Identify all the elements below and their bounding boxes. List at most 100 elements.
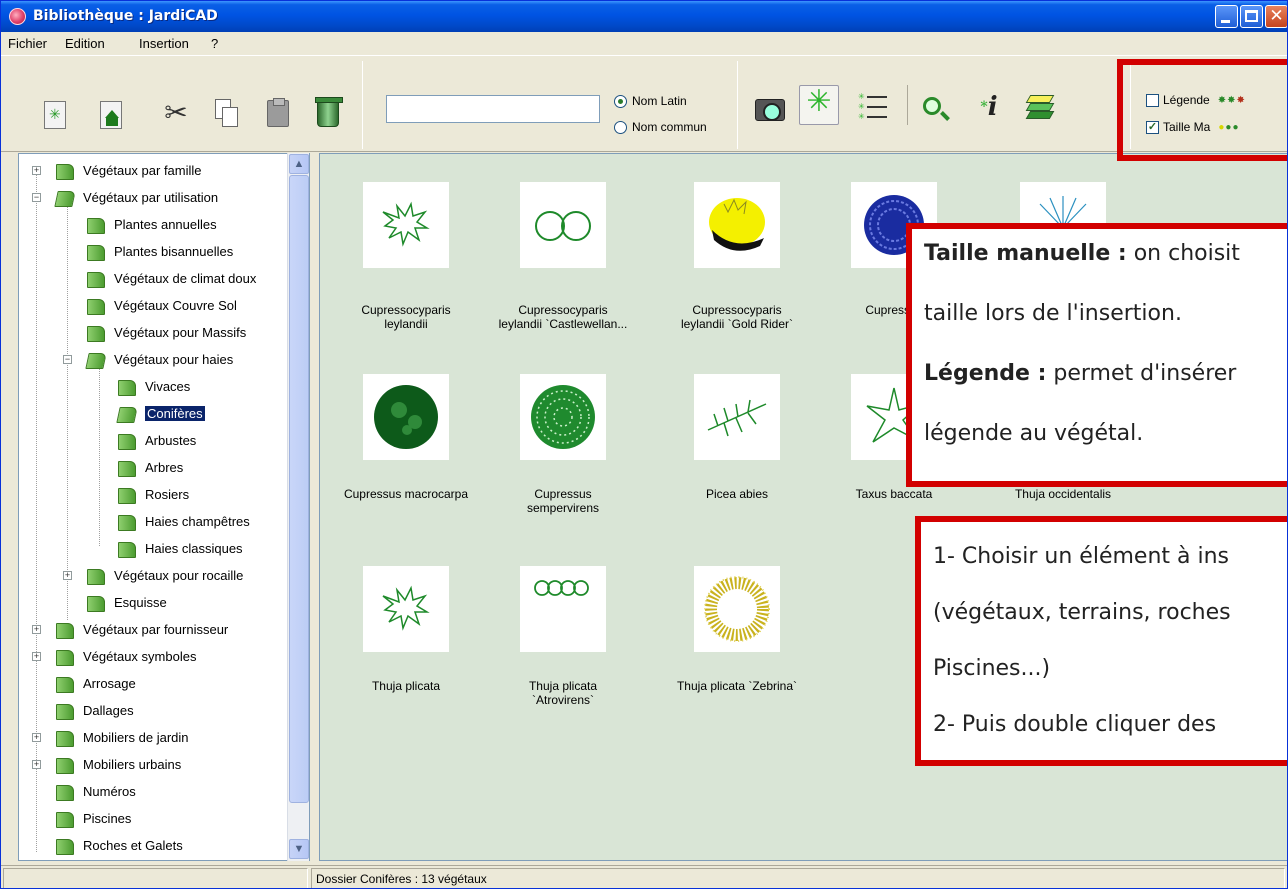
plant-thumb-2[interactable] — [694, 182, 780, 268]
menu-edition[interactable]: Edition — [65, 36, 105, 51]
list-view-button[interactable]: ✳ ✳ ✳ — [857, 91, 887, 123]
plant-label-0: Cupressocyparis leylandii — [361, 303, 451, 331]
toolbar-separator — [737, 61, 738, 149]
pane-splitter[interactable] — [310, 153, 319, 861]
menu-fichier[interactable]: Fichier — [8, 36, 47, 51]
scissors-icon: ✂ — [164, 97, 188, 128]
tree-expander[interactable]: + — [32, 760, 41, 769]
maximize-button[interactable] — [1240, 5, 1263, 28]
tree-item-label: Végétaux Couvre Sol — [114, 297, 237, 313]
symbol-view-button-pressed[interactable]: ✳ — [799, 85, 839, 125]
tree-expander[interactable]: + — [32, 166, 41, 175]
tree-item-climat-doux[interactable]: Végétaux de climat doux — [86, 268, 256, 288]
tree-item-mobiliers-jardin[interactable]: Mobiliers de jardin — [55, 727, 189, 747]
copy-button[interactable] — [211, 97, 241, 129]
radio-nom-latin[interactable]: Nom Latin — [614, 92, 687, 110]
cut-button[interactable]: ✂ — [161, 97, 191, 129]
folder-icon — [117, 540, 136, 558]
tree-item-vegetaux-famille[interactable]: Végétaux par famille — [55, 160, 202, 180]
tree-expander[interactable]: + — [63, 571, 72, 580]
scroll-up-arrow[interactable]: ▲ — [289, 154, 309, 174]
search-input[interactable] — [386, 95, 600, 123]
search-button[interactable] — [919, 93, 949, 125]
folder-icon — [55, 702, 74, 720]
delete-button[interactable] — [313, 97, 343, 129]
minimize-button[interactable] — [1215, 5, 1238, 28]
maximize-icon — [1245, 10, 1258, 22]
tree-item-massifs[interactable]: Végétaux pour Massifs — [86, 322, 246, 342]
new-folder-doc-button[interactable] — [97, 99, 127, 131]
folder-icon — [55, 729, 74, 747]
folder-icon — [117, 378, 136, 396]
tree-item-label: Végétaux pour Massifs — [114, 324, 247, 340]
plant-thumb-5[interactable] — [363, 374, 449, 460]
tree-item-arrosage[interactable]: Arrosage — [55, 673, 136, 693]
tree-item-arbres[interactable]: Arbres — [117, 457, 183, 477]
paste-button[interactable] — [263, 97, 293, 129]
plant-thumb-11[interactable] — [520, 566, 606, 652]
tree-item-coniferes[interactable]: Conifères — [117, 403, 205, 423]
tree-item-couvre-sol[interactable]: Végétaux Couvre Sol — [86, 295, 237, 315]
tree-expander[interactable]: + — [32, 652, 41, 661]
tree-item-haies-classiques[interactable]: Haies classiques — [117, 538, 243, 558]
layers-button[interactable] — [1025, 91, 1055, 123]
folder-icon — [86, 243, 105, 261]
menu-insertion[interactable]: Insertion — [139, 36, 189, 51]
new-plant-doc-icon: ✳ — [44, 101, 66, 129]
plant-thumb-6[interactable] — [520, 374, 606, 460]
info-button[interactable]: *i — [971, 91, 1007, 123]
close-icon: ✕ — [1269, 6, 1284, 26]
tree-item-mobiliers-urbains[interactable]: Mobiliers urbains — [55, 754, 181, 774]
title-bar[interactable]: Bibliothèque : JardiCAD ✕ — [1, 1, 1287, 32]
plant-thumb-7[interactable] — [694, 374, 780, 460]
tree-item-rocaille[interactable]: Végétaux pour rocaille — [86, 565, 243, 585]
plant-thumb-12[interactable] — [694, 566, 780, 652]
tree-item-dallages[interactable]: Dallages — [55, 700, 134, 720]
trash-icon — [315, 97, 343, 127]
tree-expander[interactable]: + — [32, 733, 41, 742]
tree-item-label: Végétaux de climat doux — [114, 270, 257, 286]
scroll-thumb[interactable] — [289, 175, 309, 803]
tree-guide-line — [36, 172, 37, 852]
tree-item-vivaces[interactable]: Vivaces — [117, 376, 190, 396]
green-lace-tree-icon — [531, 385, 595, 449]
folder-icon — [55, 837, 74, 855]
tree-item-plantes-bisannuelles[interactable]: Plantes bisannuelles — [86, 241, 233, 261]
tree-expander[interactable]: − — [32, 193, 41, 202]
tree-item-plantes-annuelles[interactable]: Plantes annuelles — [86, 214, 217, 234]
tree-item-roches[interactable]: Roches et Galets — [55, 835, 183, 855]
tree-item-label: Végétaux pour rocaille — [114, 567, 244, 583]
flower-symbol-icon: ✳ — [806, 85, 832, 118]
tree-item-rosiers[interactable]: Rosiers — [117, 484, 189, 504]
tree-item-vegetaux-utilisation[interactable]: Végétaux par utilisation — [55, 187, 218, 207]
tree-expander[interactable]: + — [32, 625, 41, 634]
tree-item-piscines[interactable]: Piscines — [55, 808, 131, 828]
tree-item-arbustes[interactable]: Arbustes — [117, 430, 196, 450]
tree-item-haies-champetres[interactable]: Haies champêtres — [117, 511, 250, 531]
plant-thumb-1[interactable] — [520, 182, 606, 268]
tree-item-label: Végétaux par utilisation — [83, 189, 219, 205]
tree-item-symboles[interactable]: Végétaux symboles — [55, 646, 196, 666]
library-tree[interactable]: + Végétaux par famille − Végétaux par ut… — [18, 153, 310, 861]
annotation-step2: 2- Puis double cliquer des — [933, 712, 1217, 737]
scroll-down-arrow[interactable]: ▼ — [289, 839, 309, 859]
ring-pair-icon — [535, 211, 591, 241]
app-window: Bibliothèque : JardiCAD ✕ Fichier Editio… — [0, 0, 1288, 889]
tree-expander[interactable]: − — [63, 355, 72, 364]
plant-thumb-0[interactable] — [363, 182, 449, 268]
new-plant-button[interactable]: ✳ — [41, 99, 71, 131]
radio-nom-commun[interactable]: Nom commun — [614, 118, 707, 136]
plant-thumb-10[interactable] — [363, 566, 449, 652]
tree-item-esquisse[interactable]: Esquisse — [86, 592, 167, 612]
folder-icon — [86, 270, 105, 288]
menu-help[interactable]: ? — [211, 36, 218, 51]
tree-item-fournisseur[interactable]: Végétaux par fournisseur — [55, 619, 228, 639]
tree-item-haies[interactable]: Végétaux pour haies — [86, 349, 233, 369]
tree-item-numeros[interactable]: Numéros — [55, 781, 136, 801]
tree-scrollbar[interactable]: ▲ ▼ — [287, 153, 309, 861]
folder-open-icon — [55, 189, 74, 205]
tree-item-label: Plantes bisannuelles — [114, 243, 234, 259]
photo-view-button[interactable] — [753, 93, 789, 125]
paste-icon — [267, 98, 289, 127]
close-button[interactable]: ✕ — [1265, 5, 1287, 28]
